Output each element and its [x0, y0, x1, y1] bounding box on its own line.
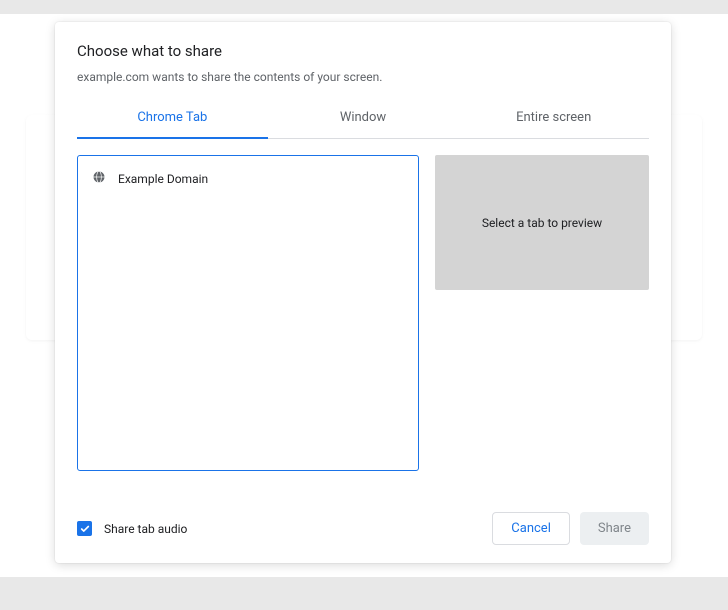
checkbox-icon [77, 521, 92, 536]
preview-placeholder-text: Select a tab to preview [482, 216, 602, 230]
browser-bottom-bar [0, 577, 728, 610]
dialog-title: Choose what to share [77, 42, 649, 60]
browser-top-bar [0, 0, 728, 14]
tab-list-item[interactable]: Example Domain [92, 168, 404, 189]
preview-pane: Select a tab to preview [435, 155, 649, 290]
share-dialog: Choose what to share example.com wants t… [55, 22, 671, 563]
share-audio-label: Share tab audio [104, 522, 187, 536]
tab-item-label: Example Domain [118, 172, 208, 186]
tab-list-panel: Example Domain [77, 155, 419, 471]
content-area: Example Domain Select a tab to preview [77, 155, 649, 494]
tab-chrome-tab[interactable]: Chrome Tab [77, 100, 268, 139]
button-row: Cancel Share [492, 512, 649, 545]
share-button[interactable]: Share [580, 512, 649, 545]
share-audio-checkbox[interactable]: Share tab audio [77, 521, 187, 536]
tab-entire-screen[interactable]: Entire screen [458, 100, 649, 139]
tab-strip: Chrome Tab Window Entire screen [77, 100, 649, 139]
dialog-footer: Share tab audio Cancel Share [77, 494, 649, 545]
cancel-button[interactable]: Cancel [492, 512, 570, 545]
tab-window[interactable]: Window [268, 100, 459, 139]
globe-icon [92, 170, 106, 187]
dialog-subtitle: example.com wants to share the contents … [77, 70, 649, 84]
